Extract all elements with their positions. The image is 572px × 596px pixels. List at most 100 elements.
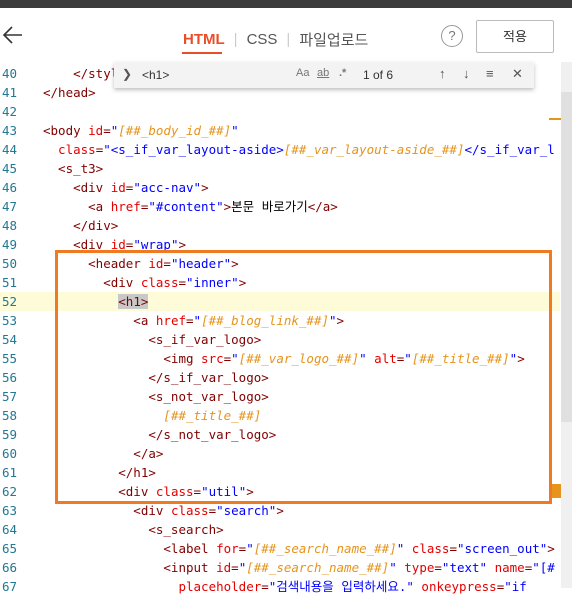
line-number: 43 bbox=[1, 123, 17, 138]
tab-file-upload[interactable]: 파일업로드 bbox=[299, 29, 368, 50]
code-token: > bbox=[201, 180, 209, 195]
code-line[interactable]: 59 </s_not_var_logo> bbox=[0, 425, 560, 444]
line-number: 55 bbox=[1, 351, 17, 366]
code-editor[interactable]: 40 </style 41 </head> 42 43 <body id="[##_bod… bbox=[0, 62, 572, 594]
code-text: </a> bbox=[43, 444, 163, 463]
code-line[interactable]: 67 placeholder="검색내용을 입력하세요." onkeypress… bbox=[0, 577, 560, 596]
match-case-icon[interactable]: Aa bbox=[296, 67, 309, 79]
overview-ruler-mark bbox=[549, 118, 561, 120]
scrollbar-thumb[interactable] bbox=[561, 92, 572, 422]
code-token: placeholder bbox=[43, 579, 262, 594]
code-line[interactable]: 62 <div class="util"> bbox=[0, 482, 560, 501]
window-top-strip bbox=[0, 0, 572, 8]
code-token: " bbox=[404, 351, 412, 366]
code-token: </div> bbox=[43, 218, 119, 233]
code-text: <body id="[##_body_id_##]" bbox=[43, 121, 239, 140]
find-in-selection-icon[interactable]: ≡ bbox=[486, 66, 494, 81]
code-token: > bbox=[547, 541, 555, 556]
regex-icon[interactable]: .* bbox=[339, 67, 346, 79]
code-token: > bbox=[336, 313, 345, 328]
code-token: > bbox=[517, 351, 525, 366]
find-widget: ❯ <h1> Aa ab .* 1 of 6 ↑ ↓ ≡ ✕ bbox=[114, 62, 534, 88]
code-text: <s_not_var_logo> bbox=[43, 387, 269, 406]
code-token: = bbox=[103, 123, 111, 138]
code-token: class bbox=[43, 142, 96, 157]
code-line[interactable]: 54 <s_if_var_logo> bbox=[0, 330, 560, 349]
code-token: > bbox=[178, 237, 187, 252]
code-token: <input bbox=[43, 560, 217, 575]
match-count: 1 of 6 bbox=[363, 68, 394, 82]
code-line[interactable]: 61 </h1> bbox=[0, 463, 560, 482]
code-token: </a> bbox=[307, 199, 338, 214]
code-token: src bbox=[201, 351, 224, 366]
close-icon[interactable]: ✕ bbox=[512, 66, 523, 82]
code-token: "acc-nav" bbox=[133, 180, 202, 195]
code-line[interactable]: 49 <div id="wrap"> bbox=[0, 235, 560, 254]
code-line[interactable]: 58 [##_title_##] bbox=[0, 406, 560, 425]
code-text: <div class="inner"> bbox=[43, 273, 246, 292]
code-token: id bbox=[148, 256, 164, 271]
code-line[interactable]: 55 <img src="[##_var_logo_##]" alt="[##_… bbox=[0, 349, 560, 368]
editor-tabs: HTML | CSS | 파일업로드 bbox=[183, 28, 368, 50]
code-line[interactable]: 50 <header id="header"> bbox=[0, 254, 560, 273]
code-token: "검색내용을 입력하세요." bbox=[268, 579, 414, 594]
code-line[interactable]: 43 <body id="[##_body_id_##]" bbox=[0, 121, 560, 140]
back-arrow-icon[interactable] bbox=[2, 24, 24, 46]
code-token: " bbox=[231, 123, 239, 138]
previous-match-icon[interactable]: ↑ bbox=[439, 66, 446, 81]
tab-html[interactable]: HTML bbox=[183, 31, 225, 48]
code-line[interactable]: 57 <s_not_var_logo> bbox=[0, 387, 560, 406]
code-line[interactable]: 47 <a href="#content">본문 바로가기</a> bbox=[0, 197, 560, 216]
next-match-icon[interactable]: ↓ bbox=[463, 66, 470, 81]
code-token: = bbox=[193, 484, 202, 499]
code-token: "inner" bbox=[186, 275, 239, 290]
code-token: class bbox=[155, 484, 194, 499]
code-token: </s_if_var_l bbox=[464, 142, 555, 157]
line-number: 41 bbox=[1, 85, 17, 100]
code-line[interactable]: 64 <s_search> bbox=[0, 520, 560, 539]
code-line[interactable]: 53 <a href="[##_blog_link_##]"> bbox=[0, 311, 560, 330]
code-line[interactable]: 45 <s_t3> bbox=[0, 159, 560, 178]
code-line[interactable]: 46 <div id="acc-nav"> bbox=[0, 178, 560, 197]
code-text: <img src="[##_var_logo_##]" alt="[##_tit… bbox=[43, 349, 525, 368]
code-text: <a href="#content">본문 바로가기</a> bbox=[43, 197, 338, 216]
code-token: "util" bbox=[201, 484, 247, 499]
code-token: id bbox=[216, 560, 232, 575]
code-token: > bbox=[276, 503, 284, 518]
find-input[interactable]: <h1> bbox=[136, 64, 392, 86]
code-line[interactable]: 60 </a> bbox=[0, 444, 560, 463]
code-text: <div class="search"> bbox=[43, 501, 284, 520]
code-text: <div class="util"> bbox=[43, 482, 254, 501]
code-line[interactable]: 52 <h1> bbox=[0, 292, 560, 311]
line-number: 53 bbox=[1, 313, 17, 328]
code-token: <s_t3> bbox=[43, 161, 104, 176]
code-line[interactable]: 44 class="<s_if_var_layout-aside>[##_var… bbox=[0, 140, 560, 159]
code-token: > bbox=[231, 256, 239, 271]
whole-word-icon[interactable]: ab bbox=[317, 67, 329, 79]
apply-button[interactable]: 적용 bbox=[476, 20, 554, 53]
code-token: " bbox=[389, 560, 397, 575]
line-number: 64 bbox=[1, 522, 17, 537]
code-token: <div bbox=[43, 237, 111, 252]
code-token: [##_title_##] bbox=[411, 351, 510, 366]
tab-css[interactable]: CSS bbox=[247, 31, 278, 48]
line-number: 46 bbox=[1, 180, 17, 195]
code-token: </s_not_var_logo> bbox=[43, 427, 277, 442]
code-line[interactable]: 66 <input id="[##_search_name_##]" type=… bbox=[0, 558, 560, 577]
code-token: = bbox=[208, 503, 217, 518]
code-text: <div id="acc-nav"> bbox=[43, 178, 209, 197]
line-number: 51 bbox=[1, 275, 17, 290]
code-line[interactable]: 65 <label for="[##_search_name_##]" clas… bbox=[0, 539, 560, 558]
code-text: <header id="header"> bbox=[43, 254, 239, 273]
help-icon[interactable]: ? bbox=[441, 25, 463, 47]
code-line[interactable]: 51 <div class="inner"> bbox=[0, 273, 560, 292]
code-line[interactable]: 48 </div> bbox=[0, 216, 560, 235]
code-token: <s_not_var_logo> bbox=[43, 389, 269, 404]
code-line[interactable]: 42 bbox=[0, 102, 560, 121]
toggle-replace-chevron-icon[interactable]: ❯ bbox=[122, 67, 132, 81]
code-token: <div bbox=[43, 180, 111, 195]
code-text: [##_title_##] bbox=[43, 406, 261, 425]
code-line[interactable]: 63 <div class="search"> bbox=[0, 501, 560, 520]
code-token: "text" bbox=[441, 560, 488, 575]
code-line[interactable]: 56 </s_if_var_logo> bbox=[0, 368, 560, 387]
